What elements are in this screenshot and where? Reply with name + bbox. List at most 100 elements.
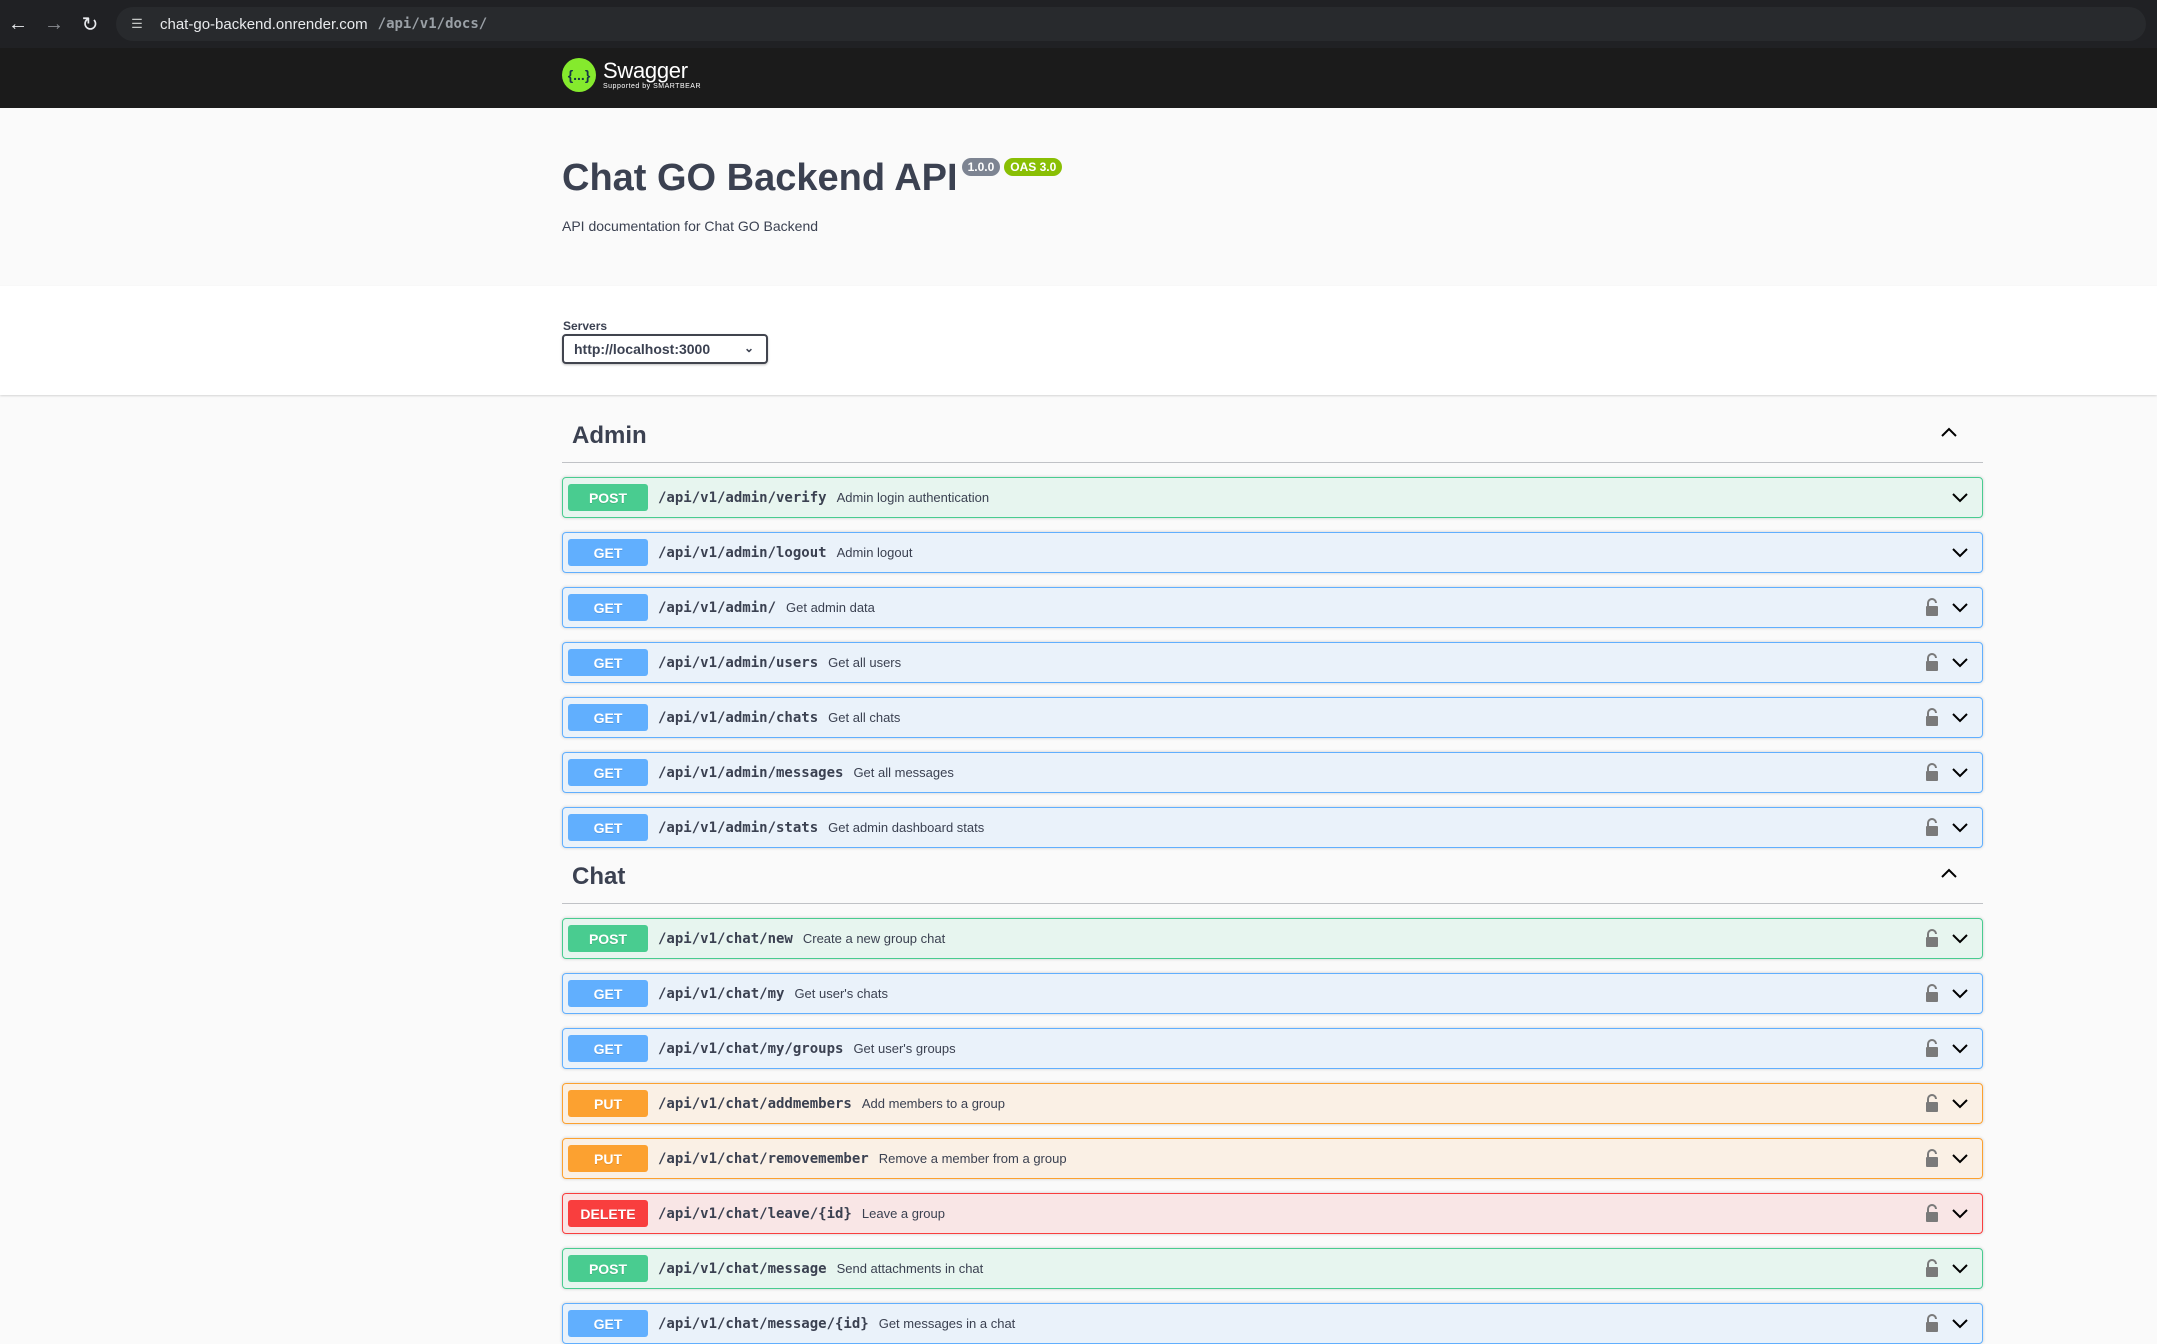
lock-icon[interactable] [1924,1313,1940,1333]
chevron-down-icon[interactable] [1950,931,1970,947]
operation-path: /api/v1/admin/stats [658,819,819,836]
operation-summary: Leave a group [861,1206,945,1221]
method-badge: POST [568,1255,648,1282]
operation-put[interactable]: PUT/api/v1/chat/addmembers Add members to… [562,1083,1983,1124]
operation-summary: Get user's groups [853,1041,956,1056]
lock-icon[interactable] [1924,983,1940,1003]
operation-path: /api/v1/admin/users [658,654,819,671]
operation-summary: Get admin data [786,600,875,615]
lock-icon[interactable] [1924,762,1940,782]
lock-icon[interactable] [1924,652,1940,672]
chevron-down-icon[interactable] [1950,820,1970,836]
chevron-down-icon[interactable] [1950,490,1970,506]
api-info: Chat GO Backend API 1.0.0 OAS 3.0 API do… [0,108,2157,286]
method-badge: GET [568,759,648,786]
reload-button[interactable]: ↻ [72,6,108,42]
site-info-icon[interactable]: ☰ [128,15,146,33]
servers-select-value: http://localhost:3000 [574,341,711,357]
operation-get[interactable]: GET/api/v1/admin/chats Get all chats [562,697,1983,738]
reload-icon: ↻ [81,13,99,36]
tag-name: Chat [572,863,626,890]
method-badge: POST [568,484,648,511]
operation-summary: Get all users [828,655,902,670]
forward-button[interactable]: → [36,6,72,42]
method-badge: GET [568,649,648,676]
operation-get[interactable]: GET/api/v1/admin/messages Get all message… [562,752,1983,793]
swagger-logo-icon: {...} [562,58,596,92]
operation-get[interactable]: GET/api/v1/admin/stats Get admin dashboar… [562,807,1983,848]
address-bar[interactable]: ☰ chat-go-backend.onrender.com/api/v1/do… [116,7,2146,41]
operation-post[interactable]: POST/api/v1/chat/message Send attachments… [562,1248,1983,1289]
operation-get[interactable]: GET/api/v1/chat/my Get user's chats [562,973,1983,1014]
operation-path: /api/v1/admin/verify [658,489,827,506]
method-badge: GET [568,594,648,621]
operation-put[interactable]: PUT/api/v1/chat/removemember Remove a mem… [562,1138,1983,1179]
lock-icon[interactable] [1924,597,1940,617]
operation-get[interactable]: GET/api/v1/chat/my/groups Get user's grou… [562,1028,1983,1069]
operation-get[interactable]: GET/api/v1/admin/Get admin data [562,587,1983,628]
lock-icon[interactable] [1924,1203,1940,1223]
swagger-topbar: {...} Swagger Supported by SMARTBEAR [0,48,2157,108]
chevron-down-icon[interactable] [1950,986,1970,1002]
lock-icon[interactable] [1924,1093,1940,1113]
chevron-up-icon[interactable] [1939,863,1959,883]
chevron-down-icon: ⌄ [743,341,754,355]
method-badge: GET [568,814,648,841]
url-path: /api/v1/docs/ [377,16,488,32]
chevron-down-icon[interactable] [1950,1096,1970,1112]
operation-path: /api/v1/chat/removemember [658,1150,869,1167]
tag-name: Admin [572,422,647,449]
chevron-down-icon[interactable] [1950,765,1970,781]
tag-header-chat[interactable]: Chat [562,849,1983,904]
version-badge: 1.0.0 [961,158,1001,176]
operation-summary: Get all chats [828,710,901,725]
operation-path: /api/v1/chat/my/groups [658,1040,844,1057]
method-badge: POST [568,925,648,952]
operation-path: /api/v1/admin/ [658,599,777,616]
chevron-down-icon[interactable] [1950,545,1970,561]
chevron-down-icon[interactable] [1950,710,1970,726]
operation-path: /api/v1/chat/leave/{id} [658,1205,852,1222]
operation-summary: Admin logout [836,545,913,560]
arrow-left-icon: ← [8,12,28,35]
operation-get[interactable]: GET/api/v1/admin/logout Admin logout [562,532,1983,573]
operation-summary: Remove a member from a group [878,1151,1067,1166]
servers-select[interactable]: http://localhost:3000 ⌄ [562,334,768,364]
method-badge: PUT [568,1145,648,1172]
operation-path: /api/v1/admin/chats [658,709,819,726]
tag-section-chat: Chat POST/api/v1/chat/new Create a new gr… [562,849,1983,1344]
operation-get[interactable]: GET/api/v1/chat/message/{id} Get messages… [562,1303,1983,1344]
chevron-down-icon[interactable] [1950,1261,1970,1277]
operation-path: /api/v1/chat/message/{id} [658,1315,869,1332]
tag-header-admin[interactable]: Admin [562,408,1983,463]
arrow-right-icon: → [44,12,64,35]
chevron-up-icon[interactable] [1939,422,1959,442]
lock-icon[interactable] [1924,1148,1940,1168]
chevron-down-icon[interactable] [1950,1151,1970,1167]
swagger-logo-name: Swagger [603,58,688,83]
operation-post[interactable]: POST/api/v1/chat/new Create a new group c… [562,918,1983,959]
operation-get[interactable]: GET/api/v1/admin/users Get all users [562,642,1983,683]
method-badge: DELETE [568,1200,648,1227]
chevron-down-icon[interactable] [1950,1206,1970,1222]
lock-icon[interactable] [1924,707,1940,727]
chevron-down-icon[interactable] [1950,1316,1970,1332]
operation-post[interactable]: POST/api/v1/admin/verify Admin login auth… [562,477,1983,518]
lock-icon[interactable] [1924,1258,1940,1278]
operation-delete[interactable]: DELETE/api/v1/chat/leave/{id} Leave a gro… [562,1193,1983,1234]
back-button[interactable]: ← [0,6,36,42]
chevron-down-icon[interactable] [1950,1041,1970,1057]
swagger-logo[interactable]: {...} Swagger Supported by SMARTBEAR [562,58,701,92]
lock-icon[interactable] [1924,1038,1940,1058]
lock-icon[interactable] [1924,817,1940,837]
method-badge: GET [568,1035,648,1062]
operation-summary: Admin login authentication [836,490,990,505]
operation-path: /api/v1/chat/my [658,985,785,1002]
chevron-down-icon[interactable] [1950,600,1970,616]
url-host: chat-go-backend.onrender.com [160,15,368,33]
operation-summary: Get admin dashboard stats [828,820,985,835]
operation-summary: Send attachments in chat [836,1261,984,1276]
operation-path: /api/v1/chat/new [658,930,793,947]
chevron-down-icon[interactable] [1950,655,1970,671]
lock-icon[interactable] [1924,928,1940,948]
